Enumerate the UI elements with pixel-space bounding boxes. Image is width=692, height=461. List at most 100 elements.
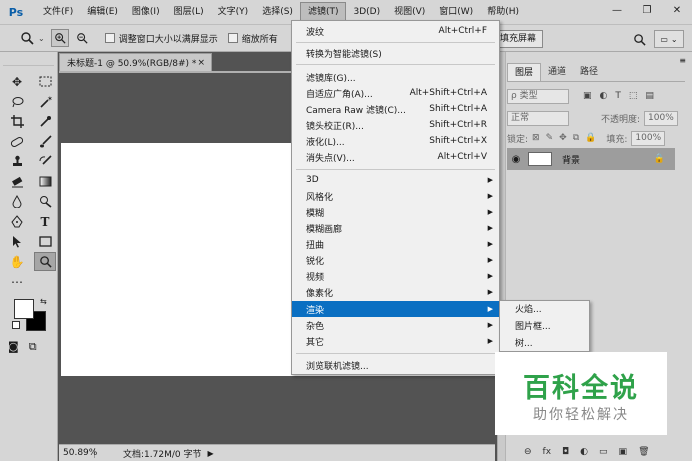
zoom-all-checkbox[interactable] [227,33,238,43]
layer-row-background[interactable]: ◉ 背景 🔒 [507,148,675,170]
hand-tool-icon[interactable]: ✋ [6,252,28,271]
new-group-icon[interactable]: ▭ [599,447,608,457]
filter-adaptive-wide-angle[interactable]: 自适应广角(A)... Alt+Shift+Ctrl+A [292,85,499,101]
default-colors-icon[interactable] [12,321,20,329]
panel-grip[interactable] [3,52,54,66]
render-tree[interactable]: 树... [500,336,589,352]
lock-pixels-icon[interactable]: ✎ [546,133,554,143]
path-selection-tool-icon[interactable] [6,232,28,251]
eraser-tool-icon[interactable] [6,172,28,191]
status-menu-arrow[interactable]: ▶ [207,449,213,458]
filter-shape-icon[interactable]: ⬚ [629,91,638,101]
filter-smart-object-icon[interactable]: ▤ [645,91,654,101]
render-picture-frame[interactable]: 图片框... [500,319,589,335]
menu-3d[interactable]: 3D(D) [346,2,387,22]
filter-type-icon[interactable]: T [615,91,621,101]
quick-mask-icon[interactable]: ◙ [8,340,19,354]
lock-position-icon[interactable]: ✥ [559,133,567,143]
filter-other[interactable]: 其它 ▶ [292,333,499,349]
render-flame[interactable]: 火焰... [500,302,589,318]
pen-tool-icon[interactable] [6,212,28,231]
filter-liquify[interactable]: 液化(L)... Shift+Ctrl+X [292,133,499,149]
filter-stylize[interactable]: 风格化 ▶ [292,188,499,204]
crop-tool-icon[interactable] [6,112,28,131]
foreground-color-swatch[interactable] [14,299,34,319]
marquee-tool-icon[interactable] [34,72,56,91]
filter-last-ripple[interactable]: 波纹 Alt+Ctrl+F [292,23,499,39]
close-tab-icon[interactable]: × [197,58,205,68]
chevron-down-icon[interactable]: ⌄ [38,34,45,43]
lasso-tool-icon[interactable] [6,92,28,111]
zoom-in-button[interactable] [50,29,69,47]
workspace-switcher[interactable]: ▭ ⌄ [654,30,684,48]
filter-lens-correction[interactable]: 镜头校正(R)... Shift+Ctrl+R [292,117,499,133]
fill-input[interactable]: 100% [631,130,666,146]
document-tab[interactable]: 未标题-1 @ 50.9%(RGB/8#) * × [59,53,212,71]
zoom-out-button[interactable] [73,29,91,47]
menu-select[interactable]: 选择(S) [255,2,300,22]
adjustment-layer-icon[interactable]: ◐ [580,447,588,457]
search-icon[interactable] [630,30,648,48]
dodge-tool-icon[interactable] [34,192,56,211]
panel-menu-icon[interactable]: ≡ [679,56,686,65]
tab-layers[interactable]: 图层 [507,63,542,81]
filter-adjustment-icon[interactable]: ◐ [600,91,608,101]
zoom-level[interactable]: 50.89% [59,448,97,458]
more-tools-icon[interactable]: ⋯ [6,272,28,291]
filter-convert-smart[interactable]: 转换为智能滤镜(S) [292,45,499,61]
filter-distort[interactable]: 扭曲 ▶ [292,236,499,252]
menu-edit[interactable]: 编辑(E) [80,2,125,22]
filter-video[interactable]: 视频 ▶ [292,268,499,284]
filter-pixel-icon[interactable]: ▣ [583,91,592,101]
menu-file[interactable]: 文件(F) [36,2,80,22]
add-mask-icon[interactable]: ◘ [562,447,569,457]
filter-sharpen[interactable]: 锐化 ▶ [292,252,499,268]
menu-image[interactable]: 图像(I) [125,2,167,22]
filter-noise[interactable]: 杂色 ▶ [292,317,499,333]
lock-artboard-icon[interactable]: ⧉ [573,133,579,143]
filter-browse-online[interactable]: 浏览联机滤镜... [292,357,499,373]
minimize-button[interactable]: — [606,2,628,18]
filter-vanishing-point[interactable]: 消失点(V)... Alt+Ctrl+V [292,149,499,165]
filter-3d[interactable]: 3D ▶ [292,172,499,188]
layer-kind-select[interactable]: ρ 类型 [507,88,569,104]
filter-gallery[interactable]: 滤镜库(G)... [292,69,499,85]
blend-mode-select[interactable]: 正常 [507,110,569,126]
tab-paths[interactable]: 路径 [573,63,605,81]
swap-colors-icon[interactable]: ⇆ [40,297,47,306]
blur-tool-icon[interactable] [6,192,28,211]
zoom-tool-preset-icon[interactable] [16,27,38,49]
brush-tool-icon[interactable] [34,132,56,151]
menu-window[interactable]: 窗口(W) [432,2,480,22]
screen-mode-icon[interactable]: ⧉ [29,340,37,354]
menu-type[interactable]: 文字(Y) [211,2,256,22]
visibility-eye-icon[interactable]: ◉ [507,154,525,165]
delete-layer-icon[interactable]: 🗑 [638,447,649,457]
close-button[interactable]: ✕ [666,2,688,18]
tab-channels[interactable]: 通道 [541,63,573,81]
type-tool-icon[interactable]: T [34,212,56,231]
fx-icon[interactable]: fx [543,447,552,457]
history-brush-tool-icon[interactable] [34,152,56,171]
magic-wand-tool-icon[interactable]: ✶ [34,92,56,111]
restore-button[interactable]: ❐ [636,2,658,18]
eyedropper-tool-icon[interactable] [34,112,56,131]
lock-all-icon[interactable]: 🔒 [585,133,596,143]
filter-render[interactable]: 渲染 ▶ [292,301,499,317]
menu-view[interactable]: 视图(V) [387,2,432,22]
menu-help[interactable]: 帮助(H) [480,2,526,22]
filter-blur[interactable]: 模糊 ▶ [292,204,499,220]
opacity-input[interactable]: 100% [644,110,679,126]
resize-windows-checkbox[interactable] [104,33,115,43]
menu-filter[interactable]: 滤镜(T) [299,2,347,22]
rectangle-tool-icon[interactable] [34,232,56,251]
filter-camera-raw[interactable]: Camera Raw 滤镜(C)... Shift+Ctrl+A [292,101,499,117]
clone-stamp-tool-icon[interactable] [6,152,28,171]
link-layers-icon[interactable]: ⊖ [524,447,532,457]
zoom-tool-icon[interactable] [34,252,56,271]
move-tool-icon[interactable]: ✥ [6,72,28,91]
fill-screen-button[interactable]: 填充屏幕 [493,30,544,48]
gradient-tool-icon[interactable] [34,172,56,191]
healing-brush-tool-icon[interactable] [6,132,28,151]
menu-layer[interactable]: 图层(L) [167,2,211,22]
